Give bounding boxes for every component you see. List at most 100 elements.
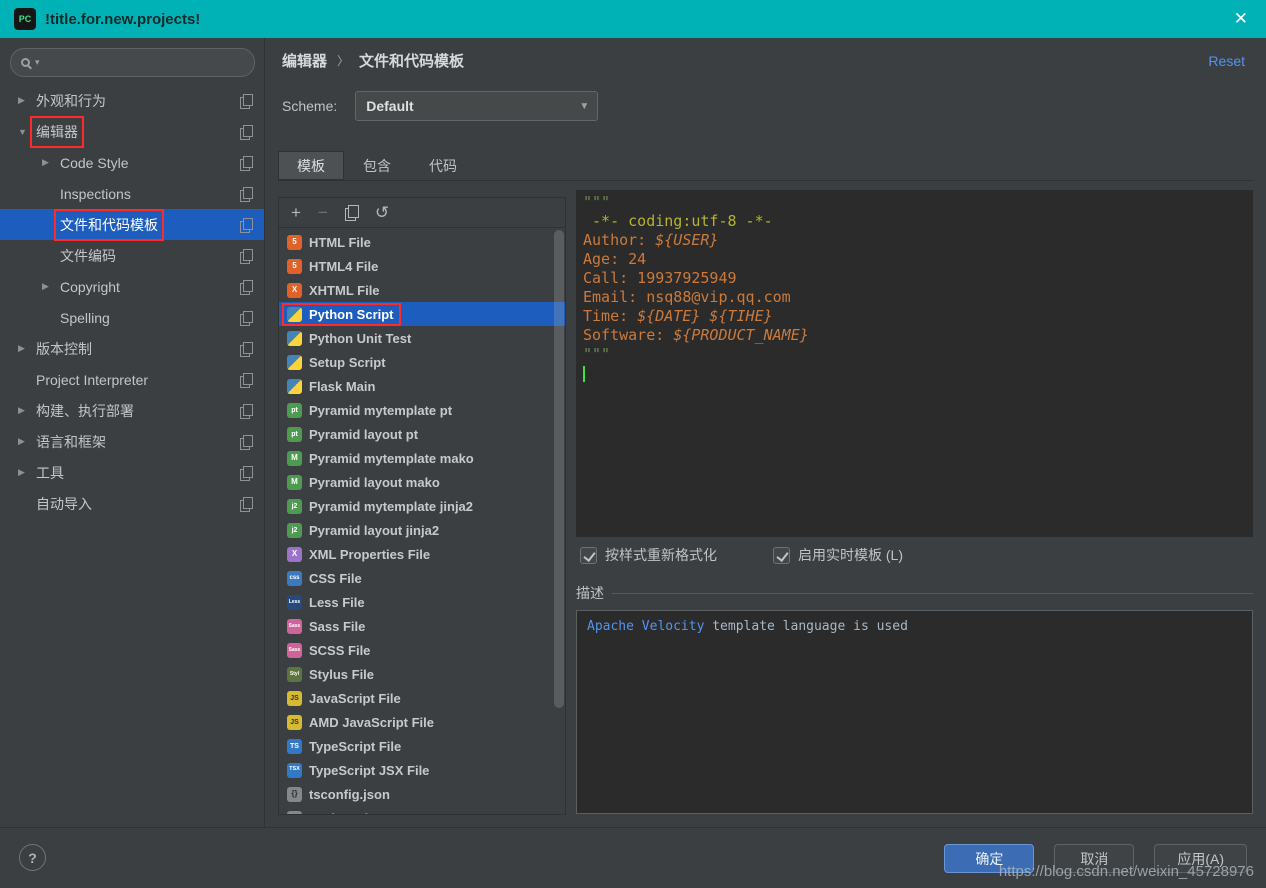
file-type-icon-jinja2: j2 <box>287 499 302 514</box>
settings-search-input[interactable]: ▾ <box>10 48 255 77</box>
template-item-inner: j2Pyramid layout jinja2 <box>287 523 439 538</box>
settings-page-icon <box>240 94 252 108</box>
sidebar-item[interactable]: 自动导入 <box>0 488 264 519</box>
template-list-item[interactable]: {}tsconfig.json <box>279 782 565 806</box>
reset-link[interactable]: Reset <box>1208 53 1245 69</box>
copy-template-icon[interactable] <box>345 205 358 220</box>
file-type-icon-html: 5 <box>287 235 302 250</box>
template-list-item[interactable]: TSXTypeScript JSX File <box>279 758 565 782</box>
template-list-item[interactable]: Flask Main <box>279 374 565 398</box>
live-template-option[interactable]: 启用实时模板 (L) <box>773 545 903 565</box>
settings-page-icon <box>240 218 252 232</box>
template-list-item[interactable]: cssCSS File <box>279 566 565 590</box>
sidebar-item[interactable]: 文件编码 <box>0 240 264 271</box>
scrollbar-thumb[interactable] <box>554 230 564 708</box>
reformat-option[interactable]: 按样式重新格式化 <box>580 545 717 565</box>
sidebar-item[interactable]: ▶外观和行为 <box>0 85 264 116</box>
chevron-expanded-icon[interactable]: ▼ <box>18 127 36 137</box>
tab-templates[interactable]: 模板 <box>278 151 344 180</box>
sidebar-item-label: Spelling <box>60 310 110 326</box>
close-icon[interactable]: ✕ <box>1230 9 1252 29</box>
template-item-inner: JSAMD JavaScript File <box>287 715 434 730</box>
sidebar-item[interactable]: Inspections <box>0 178 264 209</box>
template-list-item[interactable]: ptPyramid mytemplate pt <box>279 398 565 422</box>
template-list-item[interactable]: XXML Properties File <box>279 542 565 566</box>
revert-template-icon[interactable]: ↺ <box>375 204 389 221</box>
template-list-item[interactable]: j2Pyramid mytemplate jinja2 <box>279 494 565 518</box>
template-list-item[interactable]: XXHTML File <box>279 278 565 302</box>
template-name: TypeScript File <box>309 739 401 754</box>
search-options-chevron-icon[interactable]: ▾ <box>35 57 40 68</box>
settings-page-icon <box>240 342 252 356</box>
apply-button[interactable]: 应用(A) <box>1154 844 1247 873</box>
template-editor[interactable]: """ -*- coding:utf-8 -*-Author: ${USER}A… <box>576 190 1253 537</box>
template-list-item[interactable]: Setup Script <box>279 350 565 374</box>
template-list-item[interactable]: j2Pyramid layout jinja2 <box>279 518 565 542</box>
apache-velocity-link[interactable]: Apache Velocity <box>587 619 704 634</box>
sidebar-item[interactable]: Spelling <box>0 302 264 333</box>
sidebar-item[interactable]: ▶语言和框架 <box>0 426 264 457</box>
sidebar-item[interactable]: ▶版本控制 <box>0 333 264 364</box>
template-list-item[interactable]: MPyramid layout mako <box>279 470 565 494</box>
sidebar-item[interactable]: ▶工具 <box>0 457 264 488</box>
file-type-icon-python <box>287 331 302 346</box>
file-type-icon-python <box>287 307 302 322</box>
template-list-item[interactable]: StylStylus File <box>279 662 565 686</box>
template-list-item[interactable]: JSAMD JavaScript File <box>279 710 565 734</box>
breadcrumb-section[interactable]: 编辑器 <box>282 50 327 71</box>
template-list: 5HTML File 5HTML4 FileXXHTML FilePython S… <box>279 228 565 814</box>
pycharm-logo-icon: PC <box>14 8 36 30</box>
template-list-item[interactable]: 5HTML File <box>279 230 565 254</box>
tab-code[interactable]: 代码 <box>410 151 476 180</box>
checkbox-icon[interactable] <box>773 547 790 564</box>
checkbox-icon[interactable] <box>580 547 597 564</box>
remove-template-icon[interactable]: − <box>318 204 328 221</box>
sidebar-item[interactable]: ▼编辑器 <box>0 116 264 147</box>
template-list-item[interactable]: Python Unit Test <box>279 326 565 350</box>
template-list-item[interactable]: JSJavaScript File <box>279 686 565 710</box>
ok-button[interactable]: 确定 <box>944 844 1034 873</box>
sidebar-item[interactable]: ▶Code Style <box>0 147 264 178</box>
template-item-inner: cssCSS File <box>287 571 362 586</box>
template-list-item[interactable]: LessLess File <box>279 590 565 614</box>
template-list-item[interactable]: SassSass File <box>279 614 565 638</box>
sidebar-item[interactable]: ▶构建、执行部署 <box>0 395 264 426</box>
template-item-inner: MPyramid mytemplate mako <box>287 451 474 466</box>
template-list-item[interactable]: MPyramid mytemplate mako <box>279 446 565 470</box>
chevron-collapsed-icon[interactable]: ▶ <box>18 343 36 354</box>
template-list-item[interactable]: Python Script <box>279 302 565 326</box>
template-item-inner: 5HTML File <box>287 235 371 250</box>
help-button[interactable]: ? <box>19 844 46 871</box>
template-list-item[interactable]: TSTypeScript File <box>279 734 565 758</box>
template-list-item[interactable]: 5HTML4 File <box>279 254 565 278</box>
sidebar-item[interactable]: Project Interpreter <box>0 364 264 395</box>
file-type-icon-mako: M <box>287 451 302 466</box>
sidebar-item[interactable]: 文件和代码模板 <box>0 209 264 240</box>
code-line: Time: ${DATE} ${TIHE} <box>583 307 1246 326</box>
template-name: TypeScript JSX File <box>309 763 429 778</box>
template-name: Less File <box>309 595 365 610</box>
chevron-collapsed-icon[interactable]: ▶ <box>18 405 36 416</box>
sidebar-item[interactable]: ▶Copyright <box>0 271 264 302</box>
template-name: Setup Script <box>309 355 386 370</box>
template-list-item[interactable]: {}package.json <box>279 806 565 814</box>
footer-bar: ? 确定 取消 应用(A) <box>0 827 1266 888</box>
chevron-collapsed-icon[interactable]: ▶ <box>42 281 60 292</box>
scheme-select[interactable]: Default ▼ <box>355 91 598 121</box>
chevron-collapsed-icon[interactable]: ▶ <box>18 467 36 478</box>
add-template-icon[interactable]: + <box>291 204 301 221</box>
settings-page-icon <box>240 156 252 170</box>
title-bar: PC !title.for.new.projects! ✕ <box>0 0 1266 38</box>
template-list-item[interactable]: SassSCSS File <box>279 638 565 662</box>
chevron-collapsed-icon[interactable]: ▶ <box>42 157 60 168</box>
file-type-icon-python <box>287 379 302 394</box>
settings-page-icon <box>240 466 252 480</box>
file-type-icon-mako: M <box>287 475 302 490</box>
chevron-collapsed-icon[interactable]: ▶ <box>18 95 36 106</box>
cancel-button[interactable]: 取消 <box>1054 844 1134 873</box>
settings-page-icon <box>240 249 252 263</box>
tab-includes[interactable]: 包含 <box>344 151 410 180</box>
template-list-item[interactable]: ptPyramid layout pt <box>279 422 565 446</box>
chevron-collapsed-icon[interactable]: ▶ <box>18 436 36 447</box>
template-name: package.json <box>309 811 391 815</box>
